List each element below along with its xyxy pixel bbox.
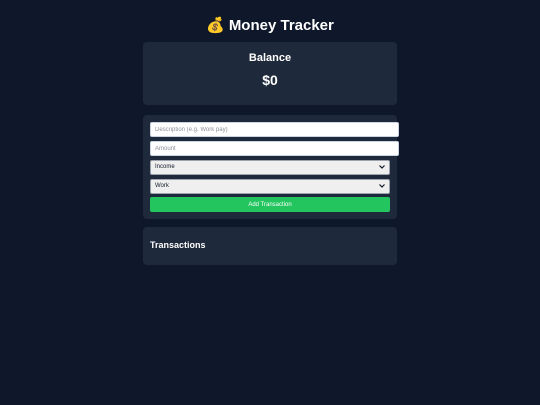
description-input[interactable]: [150, 122, 399, 137]
add-transaction-button[interactable]: Add Transaction: [150, 197, 390, 212]
money-bag-icon: 💰: [206, 16, 225, 34]
transaction-form: Income Work Add Transaction: [143, 115, 399, 219]
balance-card: Balance $0: [143, 42, 397, 105]
amount-input[interactable]: [150, 141, 399, 156]
transactions-title: Transactions: [150, 240, 206, 250]
app-title: 💰 Money Tracker: [0, 15, 540, 36]
category-select[interactable]: Work: [150, 179, 390, 194]
transactions-card: Transactions: [143, 227, 397, 265]
type-select[interactable]: Income: [150, 160, 390, 175]
app-title-text: Money Tracker: [228, 17, 334, 34]
balance-value: $0: [262, 72, 278, 88]
type-select-wrapper: Income: [150, 160, 390, 175]
balance-title: Balance: [248, 52, 292, 64]
category-select-wrapper: Work: [150, 179, 390, 194]
